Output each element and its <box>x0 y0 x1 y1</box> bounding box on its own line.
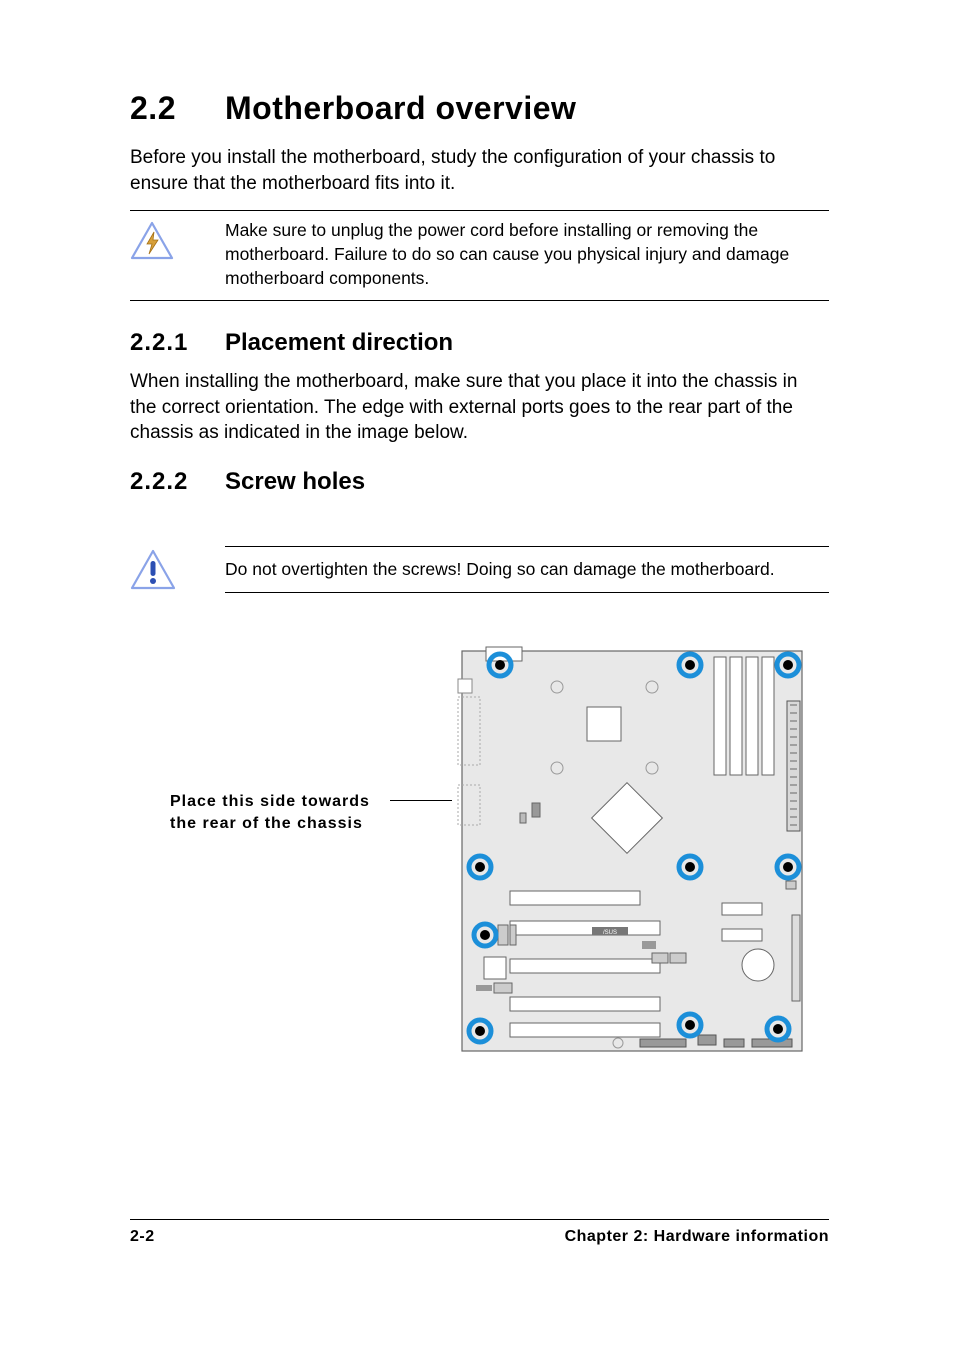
section-number: 2.2 <box>130 90 225 127</box>
subsection-title: Placement direction <box>225 329 453 356</box>
warning-callout: Make sure to unplug the power cord befor… <box>130 210 829 301</box>
subsection-heading-screw: 2.2.2Screw holes <box>130 468 829 496</box>
placement-paragraph: When installing the motherboard, make su… <box>130 369 829 446</box>
caution-callout: Do not overtighten the screws! Doing so … <box>130 546 829 593</box>
lightning-icon <box>130 219 225 261</box>
subsection-heading-placement: 2.2.1Placement direction <box>130 329 829 357</box>
subsection-number: 2.2.1 <box>130 329 225 357</box>
alert-icon <box>130 549 225 591</box>
page-footer: 2-2 Chapter 2: Hardware information <box>130 1219 829 1246</box>
subsection-title: Screw holes <box>225 468 365 495</box>
motherboard-diagram: Place this side towards the rear of the … <box>130 643 829 1073</box>
section-title: Motherboard overview <box>225 90 576 126</box>
page-number: 2-2 <box>130 1228 155 1246</box>
svg-text:/SUS: /SUS <box>603 930 617 936</box>
subsection-number: 2.2.2 <box>130 468 225 496</box>
warning-text: Make sure to unplug the power cord befor… <box>225 219 829 290</box>
chapter-label: Chapter 2: Hardware information <box>565 1228 829 1246</box>
intro-paragraph: Before you install the motherboard, stud… <box>130 145 829 196</box>
caution-text: Do not overtighten the screws! Doing so … <box>225 546 829 593</box>
motherboard-illustration: /SUS <box>452 643 812 1063</box>
rear-side-label: Place this side towards the rear of the … <box>170 791 370 834</box>
callout-leader-line <box>390 800 452 801</box>
section-heading: 2.2Motherboard overview <box>130 90 829 127</box>
